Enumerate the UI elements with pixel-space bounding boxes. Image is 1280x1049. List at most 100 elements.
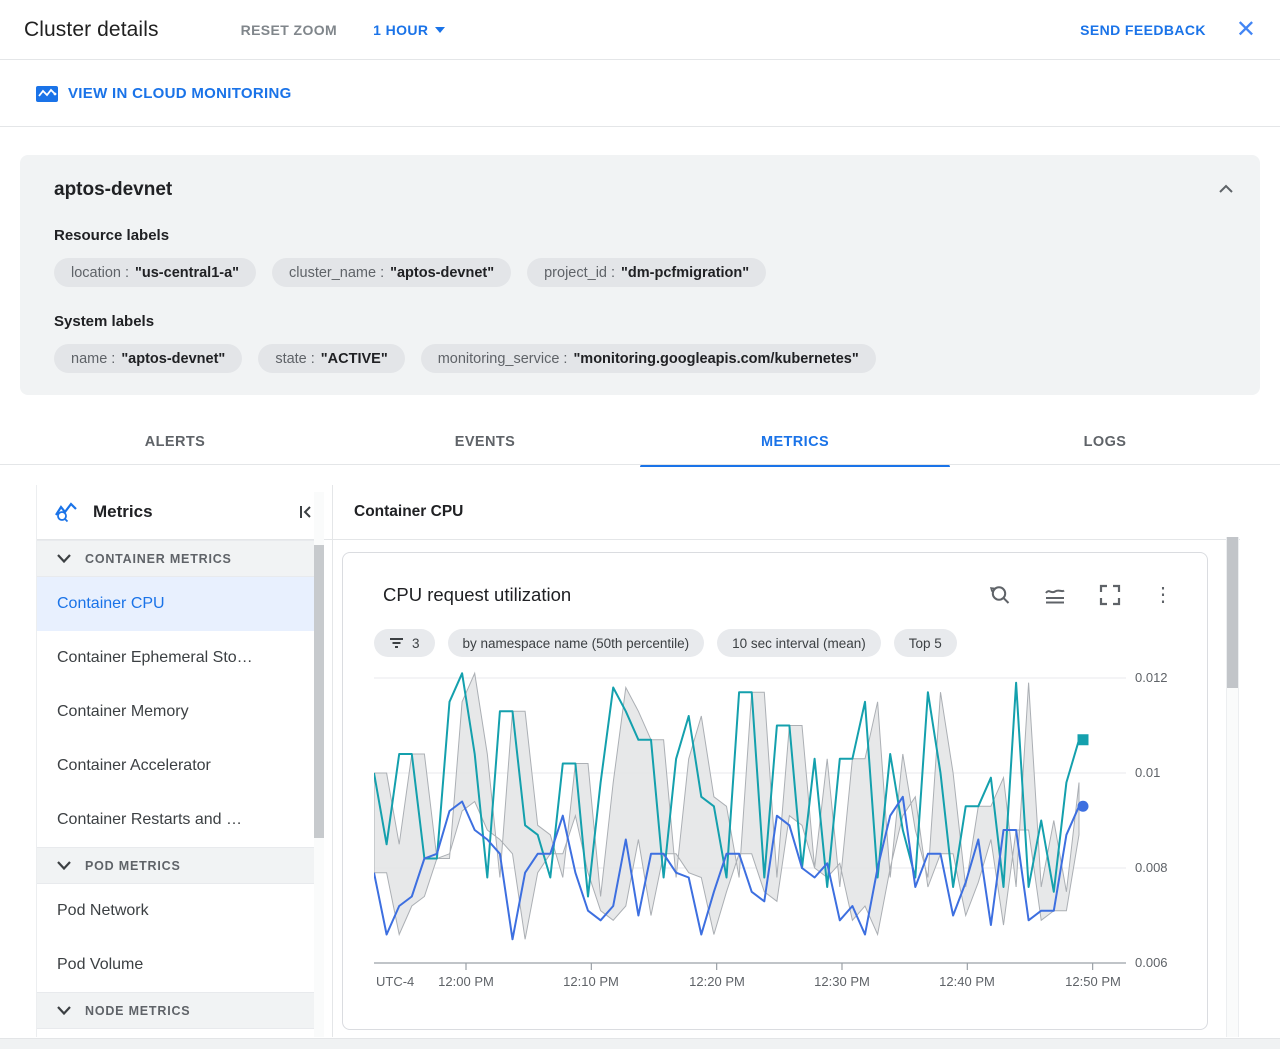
system-labels-row: name : "aptos-devnet" state : "ACTIVE" m… [54, 344, 1240, 373]
tab-events[interactable]: EVENTS [330, 419, 640, 464]
sidebar-item-pod-network[interactable]: Pod Network [37, 884, 315, 938]
chart-filter-chips: 3 by namespace name (50th percentile) 10… [374, 629, 957, 657]
monitoring-chart-icon [36, 85, 58, 103]
y-tick-label: 0.008 [1135, 860, 1168, 875]
label-chip-state: state : "ACTIVE" [258, 344, 405, 373]
view-in-cloud-monitoring-link[interactable]: VIEW IN CLOUD MONITORING [36, 85, 292, 103]
x-tick-label: 12:10 PM [563, 974, 619, 989]
metrics-sidebar: Metrics CONTAINER METRICS Container CPU … [36, 485, 332, 1037]
x-tick-label: 12:20 PM [689, 974, 745, 989]
cluster-details-panel: Cluster details RESET ZOOM 1 HOUR SEND F… [0, 0, 1280, 1049]
chart-title: CPU request utilization [383, 584, 572, 605]
x-tick-label: 12:30 PM [814, 974, 870, 989]
top5-chip[interactable]: Top 5 [893, 629, 957, 657]
reset-zoom-button[interactable]: RESET ZOOM [241, 22, 338, 38]
x-tick-label: 12:00 PM [438, 974, 494, 989]
tab-metrics[interactable]: METRICS [640, 419, 950, 467]
chip-key: monitoring_service [437, 350, 560, 367]
chevron-up-icon[interactable] [1214, 177, 1238, 201]
section-container-metrics[interactable]: CONTAINER METRICS [37, 540, 315, 577]
panel-divider [332, 485, 333, 1037]
caret-down-icon [435, 26, 446, 33]
metric-panel-header: Container CPU [333, 485, 1240, 540]
chip-value: "dm-pcfmigration" [621, 264, 750, 281]
sidebar-scrollbar-thumb[interactable] [314, 545, 324, 838]
tab-alerts[interactable]: ALERTS [20, 419, 330, 464]
cpu-request-utilization-card: CPU request utilization ⋮ 3 by namespace… [342, 552, 1208, 1030]
chip-value: "ACTIVE" [320, 350, 388, 367]
fullscreen-icon[interactable] [1098, 583, 1122, 607]
x-tick-label: 12:50 PM [1065, 974, 1121, 989]
chevron-down-icon [57, 554, 71, 563]
chevron-down-icon [57, 861, 71, 870]
group-by-chip[interactable]: by namespace name (50th percentile) [447, 629, 705, 657]
section-node-metrics[interactable]: NODE METRICS [37, 992, 315, 1029]
filter-count-chip[interactable]: 3 [374, 629, 435, 657]
sidebar-item-pod-volume[interactable]: Pod Volume [37, 938, 315, 992]
tab-bar-divider [0, 464, 1280, 465]
label-chip-project-id: project_id : "dm-pcfmigration" [527, 258, 767, 287]
y-tick-label: 0.006 [1135, 955, 1168, 970]
timezone-label: UTC-4 [376, 974, 415, 989]
chart-type-area-icon[interactable] [1043, 583, 1067, 607]
chip-value: "us-central1-a" [135, 264, 240, 281]
cluster-summary-card: aptos-devnet Resource labels location : … [20, 155, 1260, 395]
page-title: Cluster details [24, 17, 159, 41]
label-chip-name: name : "aptos-devnet" [54, 344, 243, 373]
y-tick-label: 0.012 [1135, 670, 1168, 685]
cpu-chart-plot[interactable] [374, 661, 1134, 973]
chart-toolbar: ⋮ [988, 583, 1173, 607]
section-heading: CONTAINER METRICS [85, 551, 232, 566]
chip-key: state [275, 350, 307, 367]
chip-value: "monitoring.googleapis.com/kubernetes" [573, 350, 859, 367]
top-header-bar: Cluster details RESET ZOOM 1 HOUR SEND F… [0, 0, 1280, 60]
sidebar-item-container-cpu[interactable]: Container CPU [37, 577, 315, 631]
filter-list-icon [390, 638, 403, 648]
chip-separator: : [310, 350, 315, 367]
y-tick-label: 0.01 [1135, 765, 1161, 780]
label-chip-location: location : "us-central1-a" [54, 258, 257, 287]
resource-labels-row: location : "us-central1-a" cluster_name … [54, 258, 1240, 287]
tab-bar: ALERTS EVENTS METRICS LOGS [20, 419, 1260, 467]
sidebar-title: Metrics [93, 502, 153, 521]
sidebar-item-container-restarts[interactable]: Container Restarts and … [37, 793, 315, 847]
chevron-down-icon [57, 1006, 71, 1015]
chip-value: "aptos-devnet" [121, 350, 226, 367]
view-in-cloud-monitoring-label: VIEW IN CLOUD MONITORING [68, 85, 292, 102]
zoom-reset-icon[interactable] [988, 583, 1012, 607]
section-heading: NODE METRICS [85, 1003, 191, 1018]
chip-key: location [71, 264, 121, 281]
chip-separator: : [610, 264, 616, 281]
close-icon[interactable]: ✕ [1236, 17, 1256, 42]
chip-value: "aptos-devnet" [390, 264, 495, 281]
time-range-label: 1 HOUR [373, 21, 429, 38]
chip-separator: : [124, 264, 130, 281]
metrics-sidebar-header: Metrics [37, 485, 332, 540]
monitoring-link-bar: VIEW IN CLOUD MONITORING [0, 61, 1280, 127]
horizontal-scrollbar-track[interactable] [0, 1038, 1280, 1049]
chip-separator: : [563, 350, 568, 367]
label-chip-monitoring-service: monitoring_service : "monitoring.googlea… [420, 344, 876, 373]
send-feedback-link[interactable]: SEND FEEDBACK [1080, 22, 1206, 38]
section-heading: POD METRICS [85, 858, 181, 873]
sidebar-item-container-ephemeral-storage[interactable]: Container Ephemeral Sto… [37, 631, 315, 685]
x-tick-label: 12:40 PM [939, 974, 995, 989]
interval-chip[interactable]: 10 sec interval (mean) [717, 629, 881, 657]
resource-labels-heading: Resource labels [54, 227, 170, 244]
chip-key: name [71, 350, 108, 367]
more-options-icon[interactable]: ⋮ [1153, 585, 1173, 605]
sidebar-item-container-memory[interactable]: Container Memory [37, 685, 315, 739]
panel-scrollbar-thumb[interactable] [1227, 537, 1238, 688]
metric-panel-title: Container CPU [354, 503, 464, 520]
metrics-explorer-icon [53, 499, 79, 525]
chip-label: 3 [412, 635, 420, 651]
chip-separator: : [380, 264, 385, 281]
label-chip-cluster-name: cluster_name : "aptos-devnet" [272, 258, 512, 287]
sidebar-item-container-accelerator[interactable]: Container Accelerator [37, 739, 315, 793]
chip-key: cluster_name [289, 264, 377, 281]
chip-key: project_id [544, 264, 607, 281]
time-range-dropdown[interactable]: 1 HOUR [373, 21, 446, 38]
cluster-name-title: aptos-devnet [54, 179, 173, 200]
section-pod-metrics[interactable]: POD METRICS [37, 847, 315, 884]
tab-logs[interactable]: LOGS [950, 419, 1260, 464]
